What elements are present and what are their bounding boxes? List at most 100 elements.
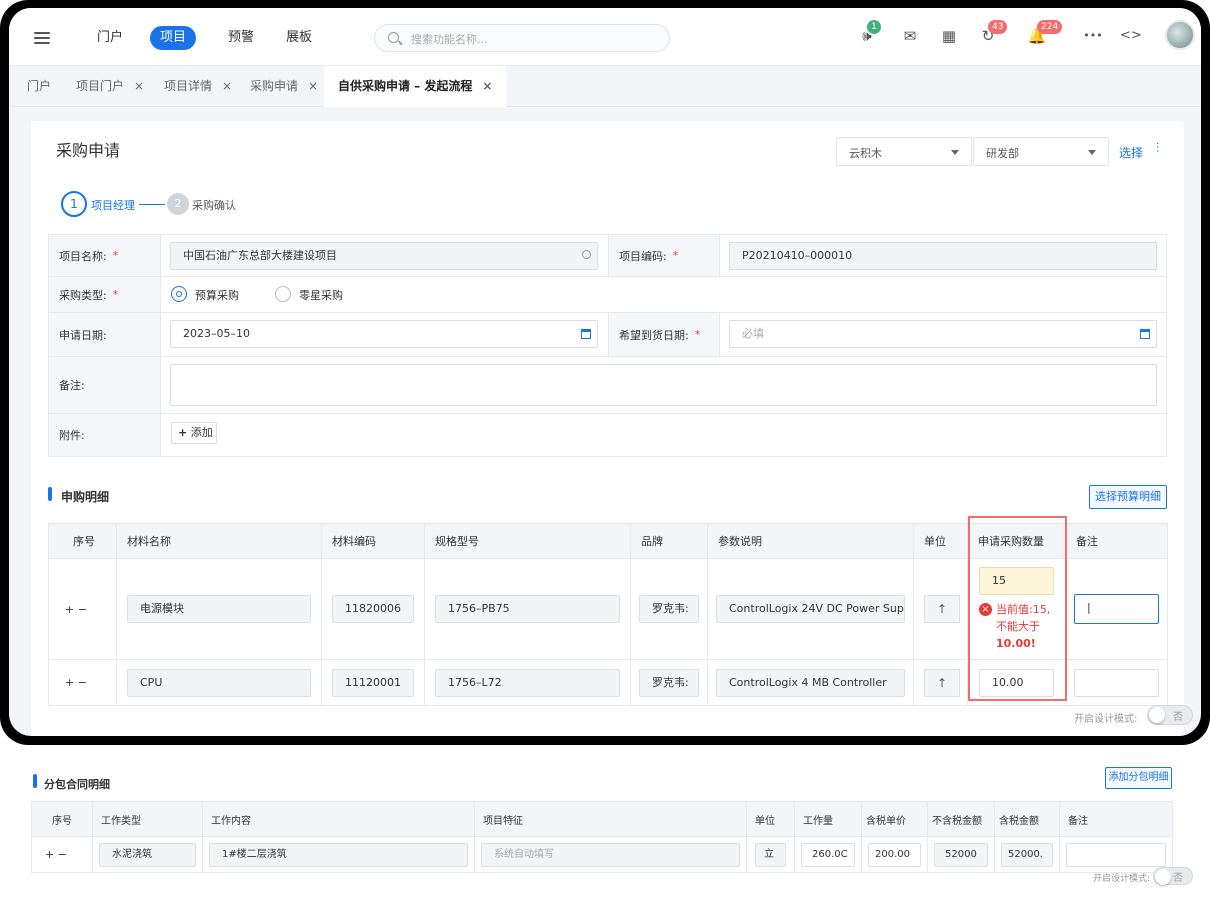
close-icon[interactable]: × (134, 79, 144, 93)
col-header: 材料编码 (321, 523, 425, 559)
design-mode-label: 开启设计模式: (1074, 714, 1138, 725)
project-feature[interactable]: 系统自动填写 (481, 842, 740, 867)
tab-label: 门户 (27, 79, 52, 93)
remark-input[interactable] (1066, 842, 1166, 867)
col-header: 含税金额 (994, 801, 1060, 837)
tab-project-portal[interactable]: 项目门户 × (76, 66, 144, 107)
radio-budget-label: 预算采购 (195, 289, 239, 302)
remark-input[interactable] (1074, 668, 1159, 697)
col-header: 品牌 (630, 523, 708, 559)
unit-up-button[interactable]: ↑ (924, 668, 960, 697)
work-qty[interactable]: 260.0C (801, 842, 855, 867)
share-icon[interactable]: ⫶ (1156, 141, 1159, 156)
select-link[interactable]: 选择 (1119, 144, 1143, 161)
label-text: 项目编码: (619, 249, 667, 263)
brand[interactable]: 罗克韦: (639, 668, 699, 697)
calendar-icon[interactable] (581, 329, 591, 339)
app-screen: 门户 项目 预警 展板 搜索功能名称... 🕪 1 ✉ ▦ ↻ 43 🔔 224 ••… (9, 8, 1201, 736)
nav-portal[interactable]: 门户 (87, 26, 133, 50)
gross-amount[interactable]: 52000. (1001, 842, 1053, 867)
project-name-value: 中国石油广东总部大楼建设项目 (183, 249, 337, 262)
material-code[interactable]: 11820006 (332, 595, 414, 623)
material-name[interactable]: 电源模块 (127, 595, 311, 623)
search-icon[interactable] (582, 250, 591, 259)
row-actions[interactable]: + − (48, 558, 117, 660)
arrive-date-field[interactable]: 必填 (729, 320, 1157, 348)
design-mode-toggle[interactable]: 否 (1153, 867, 1193, 885)
tab-bar: 门户 项目门户 × 项目详情 × 采购申请 × 自供采购申请 – 发起流程 × (9, 66, 1201, 107)
radio-budget[interactable] (171, 286, 187, 302)
nav-board[interactable]: 展板 (276, 26, 322, 50)
apply-date-label: 申请日期: (49, 313, 161, 356)
project-code-label: 项目编码: * (608, 235, 720, 276)
tab-label: 采购申请 (250, 79, 299, 93)
add-subcontract-button[interactable]: 添加分包明细 (1105, 767, 1172, 789)
design-mode-toggle[interactable]: 否 (1147, 705, 1193, 725)
nav-project[interactable]: 项目 (150, 26, 197, 50)
unit-up-button[interactable]: ↑ (924, 595, 960, 623)
param-desc[interactable]: ControlLogix 24V DC Power Supp (716, 595, 905, 623)
radio-retail-label: 零星采购 (299, 289, 343, 302)
calendar-icon[interactable]: ▦ (939, 26, 959, 46)
avatar[interactable] (1165, 20, 1195, 50)
add-label: 添加 (190, 426, 213, 439)
search-placeholder: 搜索功能名称... (411, 33, 488, 46)
remark-textarea[interactable] (170, 364, 1157, 406)
close-icon[interactable]: × (222, 79, 232, 93)
tab-project-detail[interactable]: 项目详情 × (164, 66, 232, 107)
company-value: 云积木 (849, 147, 882, 160)
col-header: 工作量 (794, 801, 862, 837)
nav-alert[interactable]: 预警 (218, 26, 264, 50)
close-icon[interactable]: × (482, 79, 492, 93)
more-icon[interactable]: ••• (1081, 26, 1105, 46)
add-attachment-button[interactable]: + 添加 (171, 422, 217, 444)
project-code-field[interactable]: P20210410–000010 (729, 242, 1157, 270)
select-budget-button[interactable]: 选择预算明细 (1089, 485, 1167, 509)
apply-date-field[interactable]: 2023–05–10 (170, 320, 598, 348)
mail-icon[interactable]: ✉ (900, 26, 920, 46)
row-actions[interactable]: + − (31, 836, 93, 873)
sync-icon[interactable]: ↻ 43 (978, 20, 1008, 46)
section-marker (48, 487, 52, 501)
unit-price[interactable]: 200.00 (868, 842, 921, 867)
unit[interactable]: 立 (755, 842, 786, 867)
param-desc[interactable]: ControlLogix 4 MB Controller (716, 668, 905, 697)
radio-retail[interactable] (275, 286, 291, 302)
megaphone-icon[interactable]: 🕪 1 (857, 20, 881, 46)
col-header: 规格型号 (424, 523, 631, 559)
subcontract-section: 分包合同明细 添加分包明细 序号 工作类型 工作内容 项目特征 单位 工作量 含… (31, 750, 1193, 900)
step-2-label: 采购确认 (192, 199, 236, 212)
row-actions[interactable]: + − (48, 659, 117, 706)
material-name[interactable]: CPU (127, 668, 311, 697)
spec-model[interactable]: 1756–PB75 (435, 595, 620, 623)
tab-portal[interactable]: 门户 (27, 66, 51, 107)
work-content[interactable]: 1#楼二层浇筑 (209, 842, 468, 867)
bell-icon[interactable]: 🔔 224 (1027, 20, 1063, 46)
remark-input[interactable]: | (1074, 594, 1159, 624)
col-header: 备注 (1065, 523, 1168, 559)
error-highlight-box (968, 516, 1067, 701)
toggle-text: 否 (1173, 873, 1183, 884)
search-input[interactable]: 搜索功能名称... (374, 24, 670, 52)
purchase-card: 采购申请 云积木 研发部 选择 ⫶ 1 项目经理 2 采购确认 项目名称: * 中… (31, 121, 1193, 736)
page-title: 采购申请 (56, 141, 121, 160)
calendar-icon[interactable] (1140, 329, 1150, 339)
work-type[interactable]: 水泥浇筑 (99, 842, 196, 867)
required-mark: * (112, 249, 119, 262)
tab-self-purchase[interactable]: 自供采购申请 – 发起流程 × (324, 66, 507, 107)
brand[interactable]: 罗克韦: (639, 595, 699, 623)
net-amount[interactable]: 52000 (934, 842, 988, 867)
dept-select[interactable]: 研发部 (973, 137, 1109, 166)
spec-model[interactable]: 1756–L72 (435, 668, 620, 697)
material-code[interactable]: 11120001 (332, 668, 414, 697)
required-mark: * (694, 328, 701, 341)
col-header: 含税单价 (861, 801, 928, 837)
close-icon[interactable]: × (308, 79, 318, 93)
company-select[interactable]: 云积木 (836, 137, 972, 166)
menu-icon[interactable] (34, 32, 50, 44)
col-header: 单位 (913, 523, 968, 559)
col-header: 序号 (48, 523, 117, 559)
project-name-field[interactable]: 中国石油广东总部大楼建设项目 (170, 242, 598, 270)
tab-purchase-request[interactable]: 采购申请 × (250, 66, 318, 107)
code-icon[interactable]: <> (1120, 26, 1142, 46)
